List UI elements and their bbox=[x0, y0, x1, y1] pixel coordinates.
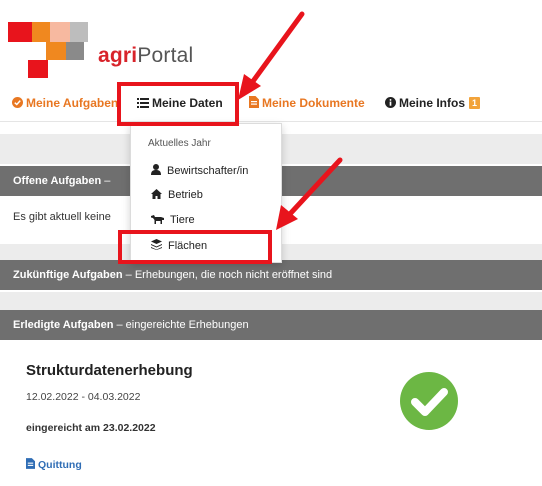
info-icon bbox=[385, 97, 396, 108]
dropdown-item-label: Bewirtschafter/in bbox=[167, 165, 249, 177]
annotation-highlight-flaechen bbox=[118, 230, 272, 264]
logo-square-pink bbox=[50, 22, 70, 42]
card-date-range: 12.02.2022 - 04.03.2022 bbox=[26, 391, 141, 403]
section-bar-zukuenftige-aufgaben: Zukünftige Aufgaben – Erhebungen, die no… bbox=[0, 260, 542, 290]
nav-item-meine-dokumente[interactable]: Meine Dokumente bbox=[249, 96, 365, 110]
check-circle-icon bbox=[12, 97, 23, 108]
quittung-link[interactable]: Quittung bbox=[26, 458, 82, 471]
main-nav: Meine Aufgaben Meine Daten Meine Dokumen… bbox=[0, 88, 542, 122]
offene-aufgaben-text: Es gibt aktuell keine bbox=[13, 211, 111, 223]
nav-label: Meine Aufgaben bbox=[26, 96, 119, 110]
agriportal-logo[interactable]: agriPortal bbox=[0, 0, 230, 80]
cow-icon bbox=[151, 215, 164, 224]
logo-square-red bbox=[8, 22, 32, 42]
card-title: Strukturdatenerhebung bbox=[26, 362, 193, 379]
document-icon bbox=[26, 458, 35, 469]
spacer-band-2 bbox=[0, 292, 542, 310]
dropdown-item-label: Tiere bbox=[170, 214, 195, 226]
person-icon bbox=[151, 164, 161, 175]
logo-square-orange-2 bbox=[46, 42, 66, 60]
dropdown-item-bewirtschafter[interactable]: Bewirtschafter/in bbox=[151, 164, 248, 177]
document-icon bbox=[249, 96, 259, 108]
dropdown-header: Aktuelles Jahr bbox=[148, 138, 211, 149]
dropdown-item-label: Betrieb bbox=[168, 189, 203, 201]
card-submitted-date: eingereicht am 23.02.2022 bbox=[26, 422, 156, 434]
nav-label: Meine Dokumente bbox=[262, 96, 365, 110]
logo-square-gray bbox=[70, 22, 88, 42]
quittung-link-label: Quittung bbox=[38, 459, 82, 471]
dropdown-item-betrieb[interactable]: Betrieb bbox=[151, 189, 203, 201]
info-count-badge: 1 bbox=[469, 97, 481, 109]
nav-label: Meine Infos bbox=[399, 96, 466, 110]
logo-square-darkgray bbox=[66, 42, 84, 60]
logo-text: agriPortal bbox=[98, 44, 194, 67]
home-icon bbox=[151, 189, 162, 199]
logo-square-orange bbox=[32, 22, 50, 42]
section-bar-erledigte-aufgaben: Erledigte Aufgaben – eingereichte Erhebu… bbox=[0, 310, 542, 340]
nav-item-meine-infos[interactable]: Meine Infos 1 bbox=[385, 96, 481, 110]
nav-item-meine-aufgaben[interactable]: Meine Aufgaben bbox=[12, 96, 118, 110]
dropdown-item-tiere[interactable]: Tiere bbox=[151, 214, 195, 226]
annotation-highlight-meine-daten bbox=[117, 82, 239, 126]
check-circle-icon bbox=[400, 372, 458, 430]
logo-square-red-2 bbox=[28, 60, 48, 78]
